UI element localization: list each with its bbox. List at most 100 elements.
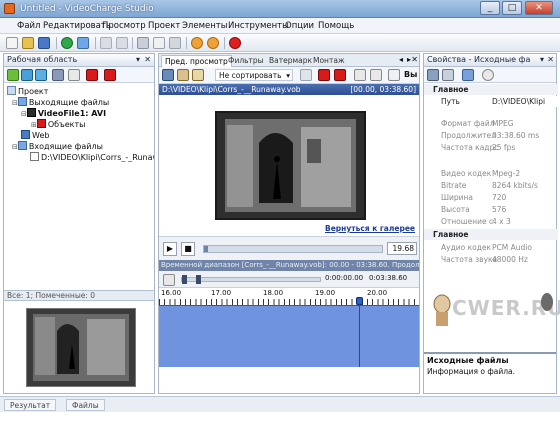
prop-row-path[interactable]: Путь D:\VIDEO\Klipi: [424, 96, 558, 107]
tree-item-incoming[interactable]: ⊟ Входящие файлы: [12, 141, 103, 151]
alphabetical-icon[interactable]: [442, 69, 454, 81]
prop-row-format[interactable]: Формат файл MPEG: [424, 118, 558, 129]
pin-icon[interactable]: ▾: [540, 54, 544, 66]
properties-toolbar: [424, 67, 556, 83]
save-icon[interactable]: [38, 37, 50, 49]
back-to-gallery-link[interactable]: Вернуться к галерее: [325, 224, 415, 233]
menu-edit[interactable]: Редактировать: [43, 21, 111, 31]
remove-all-icon[interactable]: [104, 69, 116, 81]
properties-icon[interactable]: [68, 69, 80, 81]
tab-close-icon[interactable]: ✕: [411, 55, 418, 64]
tree-item-videofile[interactable]: ⊟ VideoFile1: AVI: [21, 108, 106, 118]
play-button[interactable]: ▶: [163, 242, 177, 256]
range-slider[interactable]: [181, 275, 321, 284]
player-time[interactable]: 19.68: [387, 242, 417, 255]
unmark-icon[interactable]: [370, 69, 382, 81]
tab-files[interactable]: Файлы: [66, 399, 105, 411]
tab-montage[interactable]: Монтаж: [310, 55, 348, 67]
menu-options[interactable]: Опции: [285, 21, 314, 31]
tab-scroll-left-icon[interactable]: ◂: [399, 55, 403, 64]
project-icon: [7, 86, 16, 95]
copy-icon[interactable]: [153, 37, 165, 49]
new-icon[interactable]: [6, 37, 18, 49]
tab-result[interactable]: Результат: [4, 399, 57, 411]
add-file-icon[interactable]: [7, 69, 19, 81]
player-seek-bar[interactable]: [203, 245, 383, 253]
playhead-line: [359, 304, 360, 367]
remove-icon[interactable]: [86, 69, 98, 81]
tab-filters[interactable]: Фильтры: [225, 55, 267, 67]
prop-row-framerate[interactable]: Частота кадрс 25 fps: [424, 142, 558, 153]
ruler-label-5: 20.00: [367, 289, 388, 297]
range-start-handle[interactable]: [182, 275, 187, 284]
folder-icon[interactable]: [192, 69, 204, 81]
prop-row-height[interactable]: Высота 576: [424, 204, 558, 215]
mark-icon[interactable]: [354, 69, 366, 81]
stop-icon[interactable]: [229, 37, 241, 49]
menu-project[interactable]: Проект: [148, 21, 180, 31]
watermark-creature-icon: [541, 293, 553, 311]
clip-icon[interactable]: [163, 274, 175, 286]
list-icon[interactable]: [300, 69, 312, 81]
close-button[interactable]: ✕: [525, 1, 553, 15]
prop-row-width[interactable]: Ширина 720: [424, 192, 558, 203]
categorized-icon[interactable]: [427, 69, 439, 81]
ruler-label-4: 19.00: [315, 289, 336, 297]
tree-item-outgoing[interactable]: ⊟ Выходящие файлы: [12, 97, 109, 107]
menu-view[interactable]: Просмотр: [102, 21, 146, 31]
play-icon[interactable]: [61, 37, 73, 49]
more-label[interactable]: Вы: [404, 70, 417, 79]
info-title: Исходные файлы: [427, 356, 509, 365]
prop-row-aspect[interactable]: Отношение с4 x 3: [424, 216, 558, 227]
globe-icon[interactable]: [35, 69, 47, 81]
add-folder-icon[interactable]: [21, 69, 33, 81]
range-end-handle[interactable]: [196, 275, 201, 284]
prop-category-main-2[interactable]: Главное: [424, 229, 558, 240]
filter-icon[interactable]: [462, 69, 474, 81]
image-icon[interactable]: [162, 69, 174, 81]
pin-icon[interactable]: ▾: [136, 54, 140, 66]
objects-icon: [36, 119, 46, 128]
grid-icon[interactable]: [388, 69, 400, 81]
menu-help[interactable]: Помощь: [318, 21, 354, 31]
prop-row-audio-codec[interactable]: Аудио кодек PCM Audio: [424, 242, 558, 253]
sort-select[interactable]: Не сортировать ▾: [215, 69, 293, 81]
panel-close-icon[interactable]: ✕: [144, 54, 151, 66]
panel-close-icon[interactable]: ✕: [547, 54, 554, 66]
prop-row-bitrate[interactable]: Bitrate 8264 kbits/s: [424, 180, 558, 191]
frames-icon[interactable]: [177, 69, 189, 81]
menu-file[interactable]: Файл: [17, 21, 40, 31]
tree-item-incoming-file[interactable]: D:\VIDEO\Klipi\Corrs_-_Runawa: [30, 152, 154, 162]
prop-row-video-codec[interactable]: Видео кодек Mpeg-2: [424, 168, 558, 179]
end-time[interactable]: 0:03:38.60: [369, 274, 407, 282]
tree-item-objects[interactable]: ⊞ Объекты: [31, 119, 86, 129]
flask-icon[interactable]: [77, 37, 89, 49]
timer-icon[interactable]: [207, 37, 219, 49]
cut-icon[interactable]: [137, 37, 149, 49]
maximize-button[interactable]: □: [502, 1, 522, 15]
menu-tools[interactable]: Инструменты: [228, 21, 289, 31]
undo-icon[interactable]: [100, 37, 112, 49]
stop-button[interactable]: ■: [181, 242, 195, 256]
redo-icon[interactable]: [116, 37, 128, 49]
prop-row-audio-rate[interactable]: Частота звука 48000 Hz: [424, 254, 558, 265]
video-file-icon: [26, 108, 36, 117]
tab-watermark[interactable]: Ватермарк: [266, 55, 315, 67]
tab-preview[interactable]: Пред. просмотр: [161, 55, 232, 67]
minimize-button[interactable]: _: [480, 1, 500, 15]
start-time[interactable]: 0:00:00.00: [325, 274, 363, 282]
edit-icon[interactable]: [52, 69, 64, 81]
delete-icon[interactable]: [318, 69, 330, 81]
menu-elements[interactable]: Элементы: [182, 21, 227, 31]
clock-icon[interactable]: [191, 37, 203, 49]
tree-item-web[interactable]: Web: [21, 130, 49, 140]
open-folder-icon[interactable]: [22, 37, 34, 49]
prop-category-main[interactable]: Главное: [424, 84, 558, 95]
delete-all-icon[interactable]: [334, 69, 346, 81]
settings-icon[interactable]: [482, 69, 494, 81]
center-tabs: Пред. просмотр Фильтры Ватермарк Монтаж …: [159, 54, 419, 67]
timeline-track[interactable]: [159, 304, 419, 367]
paste-icon[interactable]: [169, 37, 181, 49]
prop-row-duration[interactable]: Продолжител 03:38.60 ms: [424, 130, 558, 141]
tree-item-project[interactable]: Проект: [7, 86, 48, 96]
